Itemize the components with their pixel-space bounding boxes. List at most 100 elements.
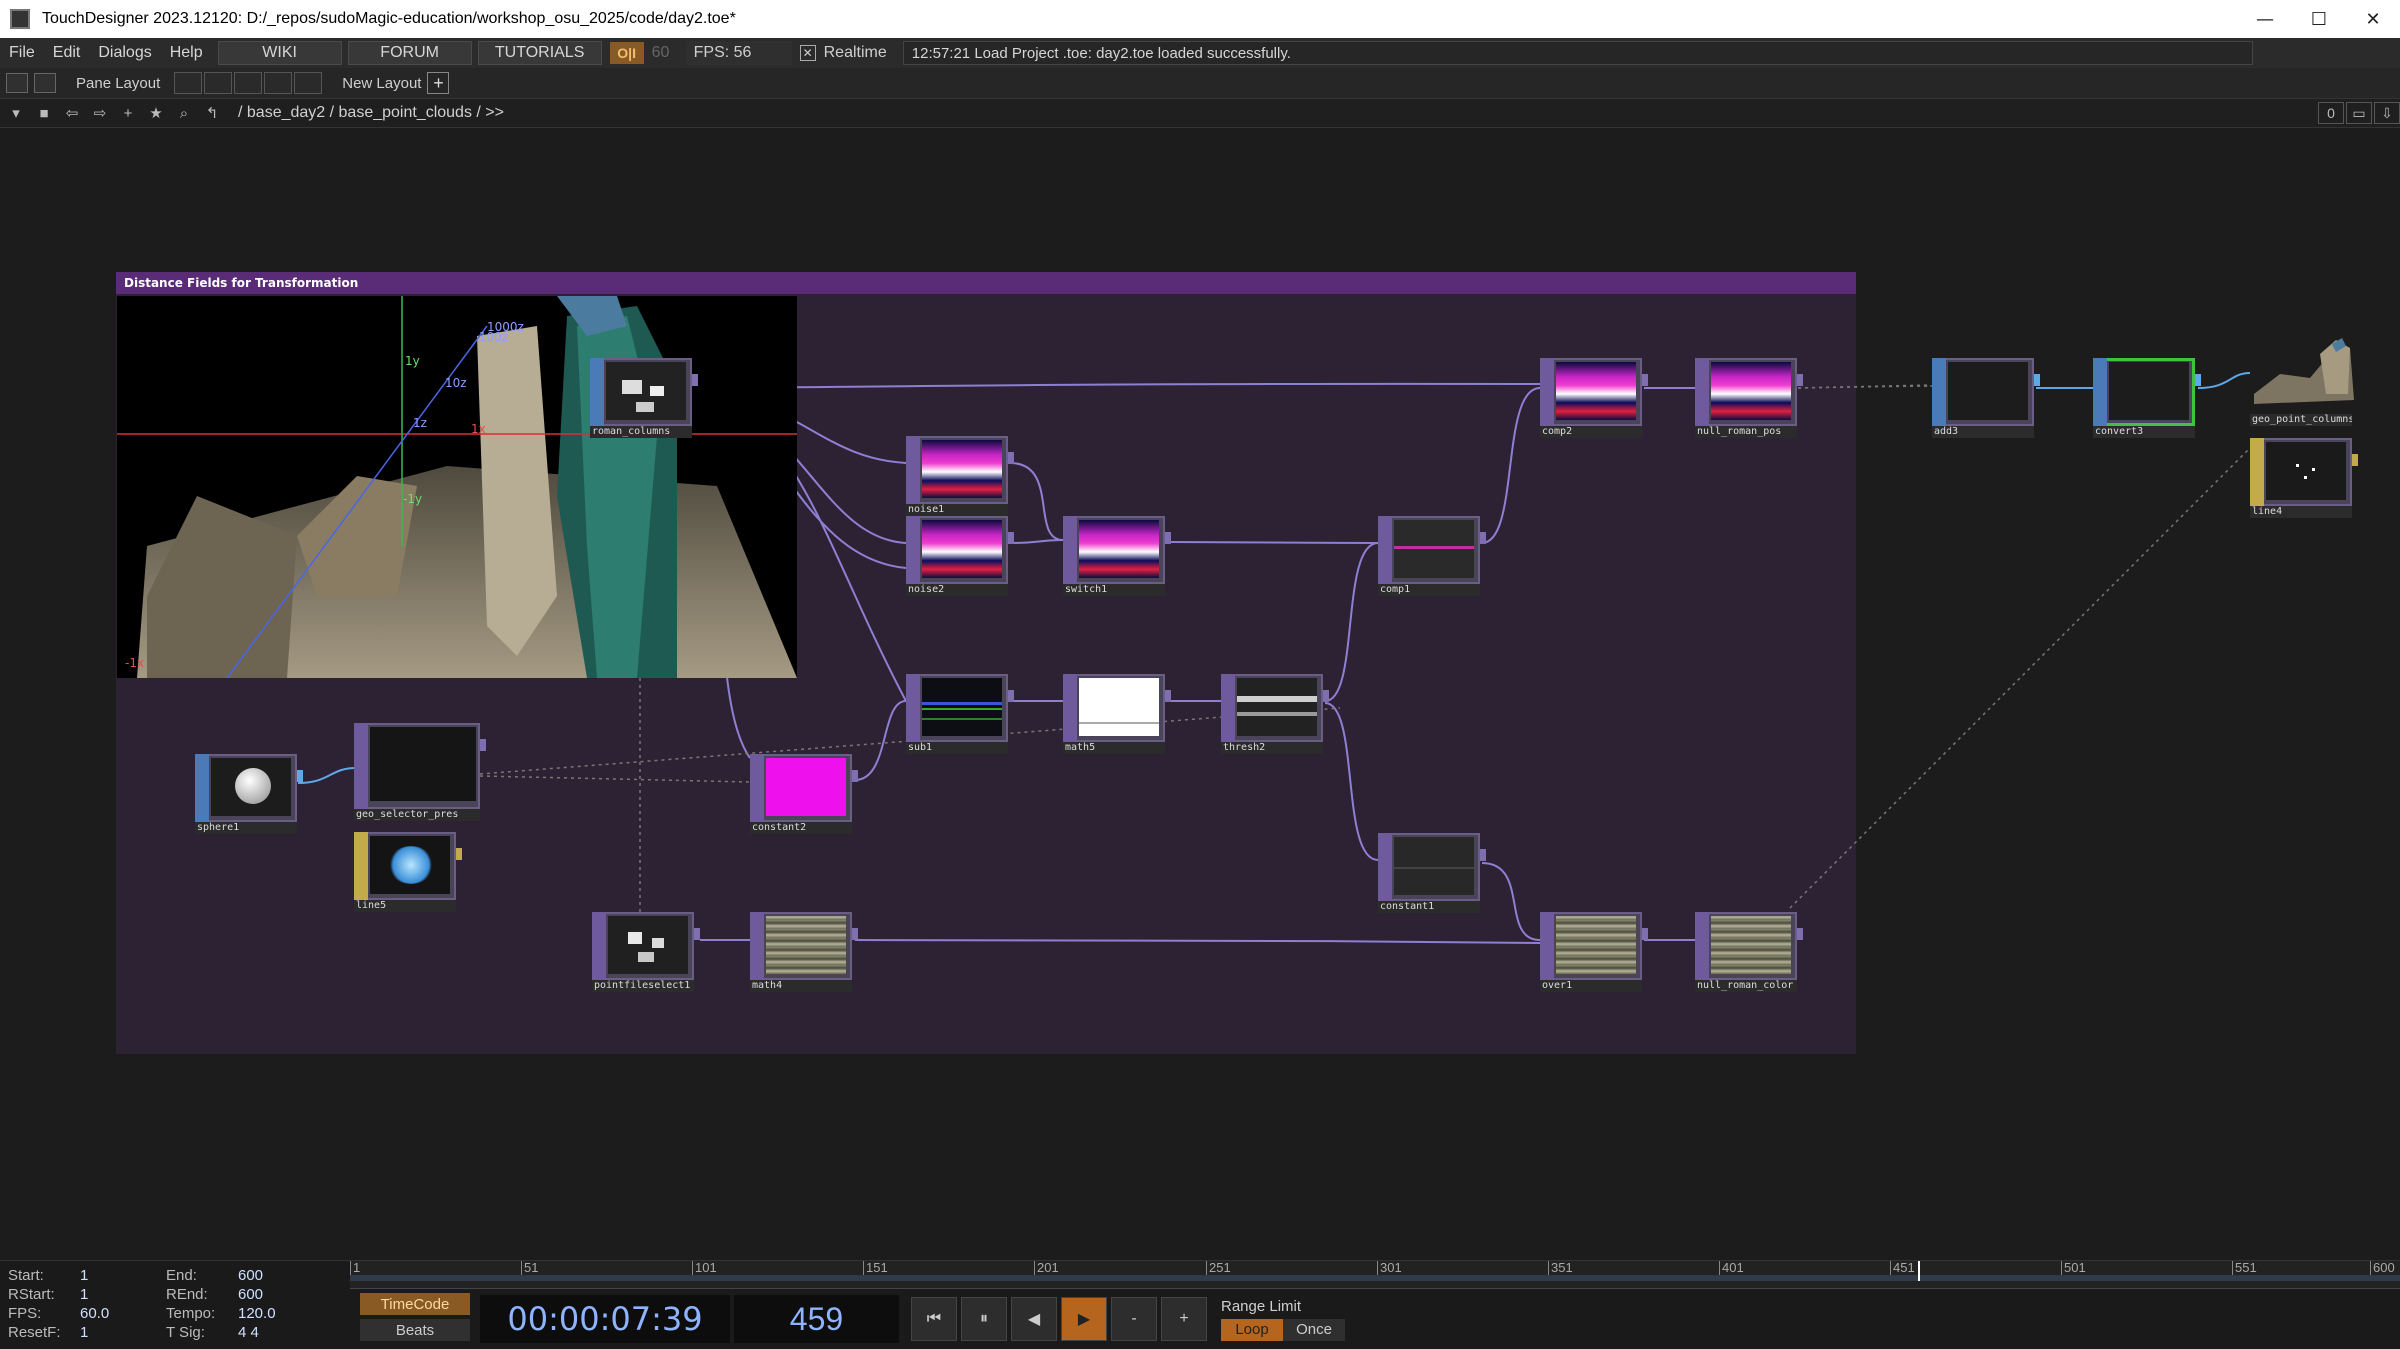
touchdesigner-window: TouchDesigner 2023.12120: D:/_repos/sudo… bbox=[0, 0, 2400, 1349]
menu-file[interactable]: File bbox=[0, 44, 44, 62]
node-over1[interactable]: over1 bbox=[1540, 912, 1648, 992]
node-math5[interactable]: math5 bbox=[1063, 674, 1171, 754]
node-geo-point-columns[interactable]: geo_point_columns bbox=[2250, 334, 2354, 426]
timeline-settings: Start: 1 End: 600 RStart: 1 REnd: 600 FP… bbox=[0, 1261, 350, 1349]
menu-dialogs[interactable]: Dialogs bbox=[89, 44, 160, 62]
node-null-roman-pos[interactable]: null_roman_pos bbox=[1695, 358, 1803, 438]
node-pointfileselect1[interactable]: pointfileselect1 bbox=[592, 912, 700, 992]
timecode-button[interactable]: TimeCode bbox=[360, 1293, 470, 1315]
beats-button[interactable]: Beats bbox=[360, 1319, 470, 1341]
frame-display[interactable]: 459 bbox=[734, 1295, 899, 1343]
node-add3[interactable]: add3 bbox=[1932, 358, 2040, 438]
step-plus-button[interactable]: + bbox=[1161, 1297, 1207, 1341]
maximize-button[interactable]: ☐ bbox=[2292, 0, 2346, 38]
rewind-button[interactable]: ⏮ bbox=[911, 1297, 957, 1341]
ruler-tick: 1 bbox=[350, 1261, 360, 1275]
node-comp2[interactable]: comp2 bbox=[1540, 358, 1648, 438]
node-noise2[interactable]: noise2 bbox=[906, 516, 1014, 596]
node-math4[interactable]: math4 bbox=[750, 912, 858, 992]
node-line4[interactable]: line4 bbox=[2250, 438, 2358, 518]
node-roman-columns[interactable]: roman_columns bbox=[590, 358, 698, 438]
pane-collapse-icon[interactable]: ⇩ bbox=[2374, 102, 2400, 124]
node-noise1[interactable]: noise1 bbox=[906, 436, 1014, 516]
node-constant2[interactable]: constant2 bbox=[750, 754, 858, 834]
end-value[interactable]: 600 bbox=[238, 1267, 324, 1285]
geometry-viewer[interactable]: 1000z 100z 10z 1z 1y -1y 1x -1x bbox=[117, 296, 797, 678]
thumb-over1 bbox=[1556, 916, 1636, 974]
menu-help[interactable]: Help bbox=[161, 44, 212, 62]
range-limit-label: Range Limit bbox=[1221, 1297, 1302, 1315]
status-message: 12:57:21 Load Project .toe: day2.toe loa… bbox=[902, 41, 2253, 65]
pane-split-icon[interactable] bbox=[6, 73, 28, 93]
start-value[interactable]: 1 bbox=[80, 1267, 166, 1285]
play-button[interactable]: ▶ bbox=[1061, 1297, 1107, 1341]
node-geo-selector[interactable]: geo_selector_pres bbox=[354, 723, 486, 823]
node-label: math4 bbox=[750, 980, 852, 992]
new-layout-button[interactable]: + bbox=[427, 72, 450, 94]
oi-toggle-button[interactable]: O|I bbox=[609, 42, 644, 64]
step-minus-button[interactable]: - bbox=[1111, 1297, 1157, 1341]
timeline-range-bar[interactable] bbox=[350, 1261, 2400, 1281]
tempo-value[interactable]: 120.0 bbox=[238, 1305, 324, 1323]
add-icon[interactable]: + bbox=[116, 102, 140, 124]
pane-layout-bar: Pane Layout New Layout + bbox=[0, 68, 2400, 98]
network-editor[interactable]: Distance Fields for Transformation 1000z… bbox=[0, 128, 2400, 1260]
realtime-checkbox[interactable]: ✕ bbox=[799, 45, 816, 61]
search-icon[interactable]: ⌕ bbox=[172, 102, 196, 124]
stop-icon[interactable]: ■ bbox=[32, 102, 56, 124]
thumb-pointfileselect1 bbox=[608, 916, 688, 974]
fps-value[interactable]: 60.0 bbox=[80, 1305, 166, 1323]
forward-icon[interactable]: ⇨ bbox=[88, 102, 112, 124]
rstart-value[interactable]: 1 bbox=[80, 1286, 166, 1304]
pane-maximize-icon[interactable]: ▭ bbox=[2346, 102, 2372, 124]
node-label: null_roman_color bbox=[1695, 980, 1797, 992]
thumb-noise1 bbox=[922, 440, 1002, 498]
thumb-geo-selector bbox=[370, 727, 476, 801]
bookmark-star-icon[interactable]: ★ bbox=[144, 102, 168, 124]
forum-button[interactable]: FORUM bbox=[347, 41, 472, 65]
node-thresh2[interactable]: thresh2 bbox=[1221, 674, 1329, 754]
thumb-convert3 bbox=[2109, 362, 2189, 420]
timecode-display[interactable]: 00:00:07:39 bbox=[480, 1295, 730, 1343]
fps-cap: 60 bbox=[651, 44, 670, 61]
axis-label-100z: 100z bbox=[479, 330, 509, 344]
step-back-button[interactable]: ◀ bbox=[1011, 1297, 1057, 1341]
pane-anchor-icon[interactable] bbox=[34, 73, 56, 93]
menu-edit[interactable]: Edit bbox=[44, 44, 90, 62]
network-path[interactable]: / base_day2 / base_point_clouds / >> bbox=[238, 104, 504, 122]
close-button[interactable]: ✕ bbox=[2346, 0, 2400, 38]
node-sphere1[interactable]: sphere1 bbox=[195, 754, 303, 834]
node-constant1[interactable]: constant1 bbox=[1378, 833, 1486, 913]
thumb-constant1 bbox=[1394, 837, 1474, 895]
node-comp1[interactable]: comp1 bbox=[1378, 516, 1486, 596]
axis-label-1z: 1z bbox=[413, 416, 427, 430]
pause-button[interactable]: ⏸ bbox=[961, 1297, 1007, 1341]
once-button[interactable]: Once bbox=[1283, 1318, 1345, 1341]
resetf-value[interactable]: 1 bbox=[80, 1324, 166, 1342]
layout-three-button[interactable] bbox=[264, 72, 293, 94]
playhead[interactable] bbox=[1918, 1261, 1920, 1281]
back-icon[interactable]: ⇦ bbox=[60, 102, 84, 124]
tsig-value[interactable]: 4 4 bbox=[238, 1324, 324, 1342]
tutorials-button[interactable]: TUTORIALS bbox=[477, 41, 602, 65]
dropdown-icon[interactable]: ▾ bbox=[4, 102, 28, 124]
node-label: sphere1 bbox=[195, 822, 297, 834]
node-sub1[interactable]: sub1 bbox=[906, 674, 1014, 754]
thumb-constant2 bbox=[766, 758, 846, 816]
up-level-icon[interactable]: ↰ bbox=[200, 102, 224, 124]
node-convert3[interactable]: convert3 bbox=[2093, 358, 2201, 438]
node-switch1[interactable]: switch1 bbox=[1063, 516, 1171, 596]
rstart-label: RStart: bbox=[8, 1286, 55, 1303]
layout-split-v-button[interactable] bbox=[204, 72, 233, 94]
layout-single-button[interactable] bbox=[174, 72, 203, 94]
thumb-comp1 bbox=[1394, 520, 1474, 578]
layout-four-button[interactable] bbox=[294, 72, 323, 94]
node-null-roman-color[interactable]: null_roman_color bbox=[1695, 912, 1803, 992]
node-line5[interactable]: line5 bbox=[354, 832, 462, 912]
minimize-button[interactable]: — bbox=[2238, 0, 2292, 38]
rend-value[interactable]: 600 bbox=[238, 1286, 324, 1304]
layout-split-h-button[interactable] bbox=[234, 72, 263, 94]
loop-button[interactable]: Loop bbox=[1221, 1318, 1283, 1341]
wiki-button[interactable]: WIKI bbox=[217, 41, 342, 65]
thumb-line4 bbox=[2266, 442, 2346, 500]
